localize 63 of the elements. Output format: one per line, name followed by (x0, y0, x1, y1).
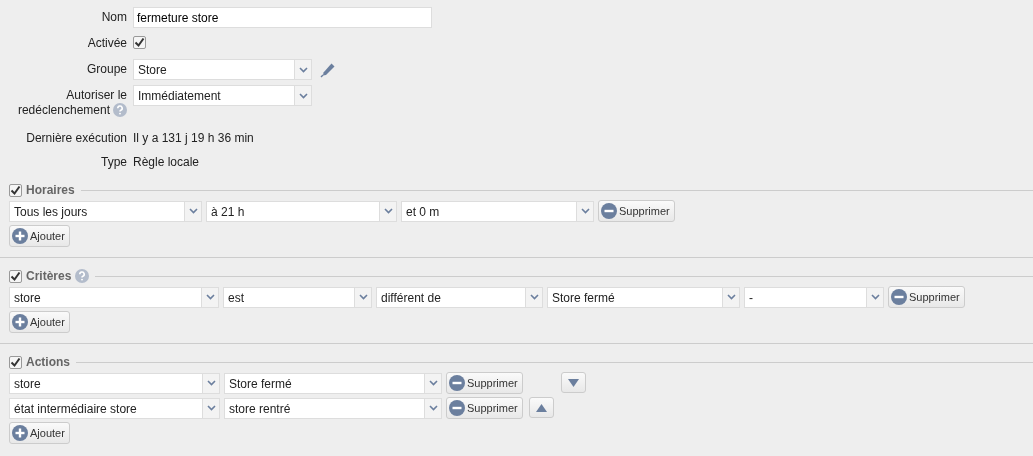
caret-icon (726, 294, 736, 300)
minus-icon (891, 289, 907, 305)
plus-icon (12, 314, 28, 330)
dropdown[interactable]: est (223, 286, 372, 308)
field-label: Autoriser le redéclenchement (17, 88, 127, 117)
minus-icon (601, 203, 617, 219)
field-label: Dernière exécution (26, 131, 127, 145)
dropdown[interactable]: Store fermé (547, 286, 740, 308)
remove-button[interactable]: Supprimer (598, 200, 675, 222)
caret-icon (428, 405, 438, 411)
dropdown[interactable]: à 21 h (206, 200, 397, 222)
caret-icon (870, 294, 880, 300)
field-label: Activée (87, 36, 127, 50)
dropdown[interactable]: Store fermé (224, 372, 442, 394)
caret-icon (529, 294, 539, 300)
checkbox[interactable] (9, 355, 22, 369)
caret-icon (206, 380, 216, 386)
remove-button[interactable]: Supprimer (888, 286, 965, 308)
caret-icon (298, 92, 308, 99)
caret-icon (580, 208, 590, 214)
checkbox[interactable] (9, 269, 22, 283)
caret-icon (298, 66, 308, 73)
triangle-down-icon (567, 378, 579, 387)
add-button[interactable]: Ajouter (9, 225, 70, 247)
dropdown[interactable]: Immédiatement (133, 85, 312, 106)
dropdown[interactable]: store (9, 372, 220, 394)
plus-icon (12, 425, 28, 441)
caret-icon (188, 208, 198, 214)
triangle-up-icon (535, 403, 547, 412)
remove-button[interactable]: Supprimer (446, 397, 523, 419)
dropdown[interactable]: store rentré (224, 397, 442, 419)
caret-icon (206, 405, 216, 411)
move-down-button[interactable] (560, 372, 586, 393)
name-field[interactable]: fermeture store (133, 7, 432, 28)
field-label: Groupe (86, 62, 127, 76)
caret-icon (358, 294, 368, 300)
caret-icon (383, 208, 393, 214)
pencil-icon[interactable] (320, 61, 336, 78)
caret-icon (205, 294, 215, 300)
dropdown[interactable]: différent de (376, 286, 543, 308)
checkbox[interactable] (133, 36, 146, 49)
move-up-button[interactable] (528, 397, 554, 418)
dropdown[interactable]: - (744, 286, 884, 308)
add-button[interactable]: Ajouter (9, 422, 70, 444)
minus-icon (449, 375, 465, 391)
dropdown[interactable]: état intermédiaire store (9, 397, 220, 419)
dropdown[interactable]: Store (133, 59, 312, 80)
checkbox[interactable] (9, 183, 22, 197)
field-label: Nom (101, 10, 127, 24)
field-value: Règle locale (133, 154, 200, 170)
section-title: Actions (26, 355, 70, 369)
dropdown[interactable]: store (9, 286, 219, 308)
field-label: Type (101, 155, 127, 169)
minus-icon (449, 400, 465, 416)
remove-button[interactable]: Supprimer (446, 372, 523, 394)
plus-icon (12, 228, 28, 244)
dropdown[interactable]: Tous les jours (9, 200, 202, 222)
dropdown[interactable]: et 0 m (401, 200, 594, 222)
section-title: Horaires (26, 183, 75, 197)
field-value: Il y a 131 j 19 h 36 min (133, 130, 254, 146)
add-button[interactable]: Ajouter (9, 311, 70, 333)
caret-icon (428, 380, 438, 386)
section-title: Critères (26, 269, 72, 283)
